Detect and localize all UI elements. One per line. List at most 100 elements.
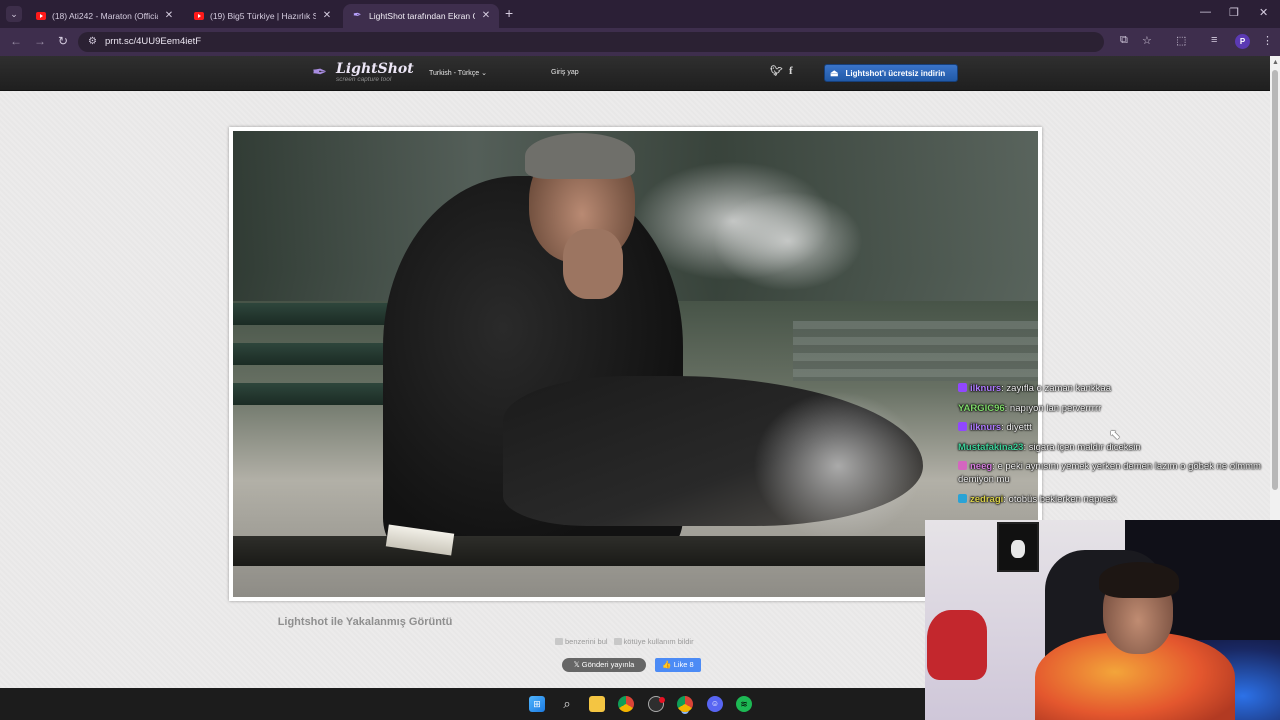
media-icon[interactable]: ≡ — [1211, 34, 1217, 46]
chat-text: : e peki aynısını yemek yerken demen laz… — [958, 461, 1261, 485]
tab-ati242[interactable]: (18) Ati242 - Maraton (Official Vi ✕ — [26, 4, 182, 28]
tab-title: (19) Big5 Türkiye | Hazırlık Sezo — [210, 11, 316, 21]
browser-tab-strip: ⌄ (18) Ati242 - Maraton (Official Vi ✕ (… — [0, 0, 1280, 28]
sub-badge-icon — [958, 422, 967, 431]
tab-title: (18) Ati242 - Maraton (Official Vi — [52, 11, 158, 21]
url-text[interactable]: prnt.sc/4UU9Eem4ietF — [105, 36, 201, 47]
background-bench — [793, 321, 1038, 381]
report-abuse-link[interactable]: kötüye kullanım bildir — [613, 637, 694, 646]
download-button[interactable]: ⏏ Lightshot'ı ücretsiz indirin — [824, 64, 958, 82]
streamer-hair — [1099, 562, 1179, 598]
mod-badge-icon — [958, 493, 967, 503]
smoke — [753, 391, 923, 541]
extensions-icon[interactable]: ⬚ — [1176, 34, 1186, 47]
bench-seat — [233, 536, 1038, 566]
twitter-icon[interactable]: 🐦︎ — [770, 66, 783, 77]
language-select[interactable]: Turkish - Türkçe ⌄ — [429, 69, 487, 77]
search-icon[interactable]: ⌕ — [559, 696, 575, 712]
download-label: Lightshot'ı ücretsiz indirin — [845, 68, 946, 78]
tweet-button[interactable]: 𝕏 Gönderi yayınla — [562, 658, 646, 672]
scroll-up-icon[interactable]: ▲ — [1272, 59, 1279, 66]
find-similar-label: benzerini bul — [565, 637, 608, 646]
close-window-button[interactable]: ✕ — [1259, 6, 1268, 19]
cat-poster — [997, 522, 1039, 572]
chat-username: ilknurs — [970, 422, 1002, 433]
site-info-icon[interactable]: ⚙ — [88, 36, 97, 47]
chat-text: : sigara içen maldır diceksin — [1023, 441, 1141, 453]
screenshot-frame — [229, 127, 1042, 601]
tab-title: LightShot tarafından Ekran Görün — [369, 11, 475, 21]
tab-lightshot[interactable]: ✒ LightShot tarafından Ekran Görün ✕ — [343, 4, 499, 28]
screenshot-image[interactable] — [233, 131, 1038, 597]
close-icon[interactable]: ✕ — [164, 6, 174, 26]
find-similar-link[interactable]: benzerini bul — [555, 637, 608, 646]
profile-avatar[interactable]: P — [1235, 34, 1250, 49]
chat-username: zedragi — [970, 493, 1004, 505]
tab-search-icon[interactable]: ⌄ — [6, 6, 22, 22]
chat-message: Mustafakina23: sigara içen maldır diceks… — [958, 441, 1268, 454]
discord-icon[interactable]: ☺ — [707, 696, 723, 712]
caption-links: benzerini bul kötüye kullanım bildir — [555, 637, 694, 646]
stream-chat-overlay: ilknurs: zayıfla o zaman kankkaa YARGIC9… — [958, 382, 1268, 512]
smoke — [713, 191, 863, 291]
lightshot-logo[interactable]: ✒ LightShot screen capture tool — [312, 62, 414, 84]
chat-text: : napıyon lan perverrrrr — [1004, 402, 1102, 414]
chevron-down-icon: ⌄ — [481, 70, 488, 77]
sub-badge-icon — [958, 383, 967, 392]
scrollbar-thumb[interactable] — [1272, 70, 1278, 490]
chat-message: YARGIC96: napıyon lan perverrrrr — [958, 402, 1268, 415]
chat-text: : zayıfla o zaman kankkaa — [1001, 383, 1111, 394]
install-app-icon[interactable]: ⧉ — [1120, 34, 1128, 47]
caption-title: Lightshot ile Yakalanmış Görüntü — [277, 616, 453, 628]
login-link[interactable]: Giriş yap — [551, 69, 579, 76]
windows-start-icon[interactable]: ⊞ — [529, 696, 545, 712]
file-explorer-icon[interactable] — [589, 696, 605, 712]
chat-text: : otobüs beklerken napıcak — [1003, 493, 1117, 505]
language-label: Turkish - Türkçe — [429, 70, 480, 77]
chat-message: ilknurs: diyettt — [958, 421, 1268, 434]
sub-badge-icon — [958, 461, 967, 470]
like-button[interactable]: 👍 Like 8 — [655, 658, 701, 672]
report-abuse-label: kötüye kullanım bildir — [623, 637, 694, 646]
maximize-button[interactable]: ❐ — [1229, 6, 1239, 19]
webcam-overlay — [925, 520, 1280, 720]
windows-taskbar: ⊞ ⌕ ☺ ≋ — [0, 688, 925, 720]
image-icon — [555, 638, 563, 645]
chat-message: zedragi: otobüs beklerken napıcak — [958, 493, 1268, 506]
chrome-icon[interactable] — [677, 696, 693, 712]
chat-text: : diyettt — [1001, 422, 1032, 433]
chat-username: ilknurs — [970, 383, 1002, 394]
reload-icon[interactable]: ↻ — [58, 34, 68, 48]
bookmark-star-icon[interactable]: ☆ — [1142, 34, 1152, 47]
logo-tagline: screen capture tool — [336, 76, 392, 83]
recording-indicator-icon — [659, 697, 665, 703]
lightshot-icon: ✒ — [353, 10, 362, 21]
close-icon[interactable]: ✕ — [322, 6, 332, 26]
close-icon[interactable]: ✕ — [481, 6, 491, 26]
logo-name: LightShot — [336, 61, 414, 77]
minimize-button[interactable]: — — [1200, 6, 1211, 18]
man-hand — [563, 229, 623, 299]
tab-big5[interactable]: (19) Big5 Türkiye | Hazırlık Sezo ✕ — [184, 4, 340, 28]
man-hair — [525, 133, 635, 179]
facebook-icon[interactable]: f — [789, 65, 793, 77]
feather-icon: ✒ — [312, 62, 328, 82]
flag-icon — [613, 638, 622, 645]
chat-username: neeg — [970, 461, 993, 472]
chat-message: ilknurs: zayıfla o zaman kankkaa — [958, 382, 1268, 395]
chat-message: neeg: e peki aynısını yemek yerken demen… — [958, 460, 1268, 486]
browser-toolbar: ← → ↻ ⚙ prnt.sc/4UU9Eem4ietF ⧉ ☆ ⬚ ≡ P ⋮ — [0, 28, 1280, 56]
red-pillow — [927, 610, 987, 680]
chat-username: YARGIC96 — [958, 402, 1005, 414]
back-icon[interactable]: ← — [10, 34, 22, 48]
spotify-icon[interactable]: ≋ — [736, 696, 752, 712]
download-icon: ⏏ — [830, 67, 839, 78]
chat-username: Mustafakina23 — [958, 441, 1024, 453]
forward-icon[interactable]: → — [34, 34, 46, 48]
lightshot-header: ✒ LightShot screen capture tool Turkish … — [0, 56, 1270, 91]
youtube-icon — [194, 12, 204, 20]
menu-icon[interactable]: ⋮ — [1262, 34, 1273, 47]
chrome-icon[interactable] — [618, 696, 634, 712]
new-tab-button[interactable]: + — [505, 5, 513, 21]
address-bar[interactable]: ⚙ prnt.sc/4UU9Eem4ietF — [78, 32, 1104, 52]
